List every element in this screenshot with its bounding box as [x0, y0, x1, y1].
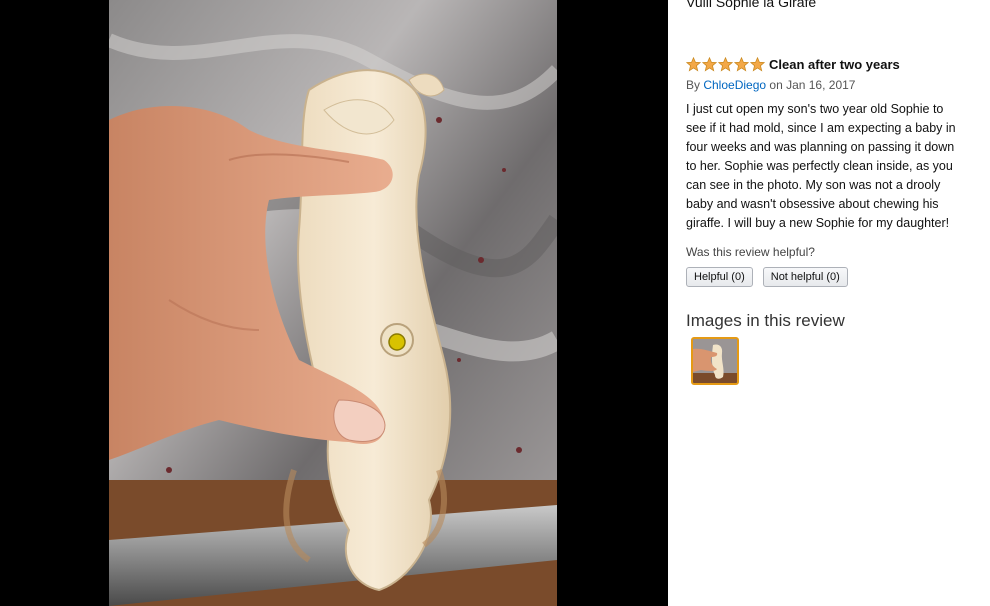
- review-body: I just cut open my son's two year old So…: [686, 100, 970, 233]
- thumbnail-image: [693, 339, 737, 383]
- image-viewer: [0, 0, 668, 606]
- not-helpful-button[interactable]: Not helpful (0): [762, 267, 848, 287]
- review-body-line: giraffe. I will buy a new Sophie for my …: [686, 216, 950, 230]
- star-icon: [718, 56, 733, 71]
- author-link[interactable]: ChloeDiego: [703, 78, 766, 92]
- helpful-question: Was this review helpful?: [686, 245, 815, 259]
- review-date: on Jan 16, 2017: [766, 78, 856, 92]
- review-image-thumbnail[interactable]: [691, 337, 739, 385]
- vote-buttons: Helpful (0) Not helpful (0): [686, 267, 848, 287]
- images-heading: Images in this review: [686, 311, 845, 330]
- review-body-line: four weeks and was planning on passing i…: [686, 140, 955, 154]
- star-rating: [686, 56, 765, 72]
- review-body-line: baby and wasn't obsessive about chewing …: [686, 197, 939, 211]
- review-body-line: can see in the photo. My son was not a d…: [686, 178, 941, 192]
- review-byline: By ChloeDiego on Jan 16, 2017: [686, 78, 855, 92]
- review-body-line: I just cut open my son's two year old So…: [686, 102, 944, 116]
- review-title: Clean after two years: [769, 56, 900, 72]
- review-body-line: to her. Sophie was perfectly clean insid…: [686, 159, 953, 173]
- review-panel: Vulli Sophie la Girafe Clean after two y…: [686, 0, 976, 606]
- review-photo-image: [109, 0, 557, 606]
- review-photo: [109, 0, 557, 606]
- star-icon: [750, 56, 765, 71]
- review-body-line: see if it had mold, since I am expecting…: [686, 121, 956, 135]
- helpful-button[interactable]: Helpful (0): [686, 267, 753, 287]
- star-icon: [702, 56, 717, 71]
- star-icon: [686, 56, 701, 71]
- star-icon: [734, 56, 749, 71]
- byline-prefix: By: [686, 78, 704, 92]
- review-header: Clean after two years: [686, 55, 900, 73]
- product-title: Vulli Sophie la Girafe: [686, 0, 817, 10]
